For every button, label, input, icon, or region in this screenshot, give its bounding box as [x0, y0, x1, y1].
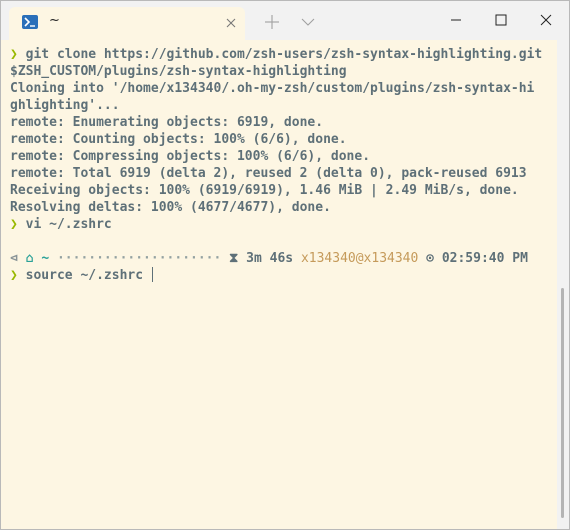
tab-home[interactable]: ~ [9, 7, 245, 40]
output-line: ghlighting'... [10, 98, 120, 113]
status-line: ⊲ ⌂ ~ ····················· ⧗ 3m 46s x13… [10, 250, 528, 267]
scrollbar-thumb[interactable] [561, 288, 564, 518]
close-icon[interactable] [523, 5, 569, 35]
command-text: vi ~/.zshrc [25, 217, 112, 232]
output-line: remote: Total 6919 (delta 2), reused 2 (… [10, 166, 527, 181]
tab-title: ~ [49, 13, 60, 28]
clock-icon: ⊙ [426, 251, 434, 266]
maximize-icon[interactable] [478, 5, 524, 35]
home-icon: ⌂ [25, 251, 34, 266]
prompt-symbol: ❯ [10, 268, 18, 283]
prompt-symbol: ❯ [10, 47, 18, 62]
close-tab-icon[interactable] [224, 15, 238, 29]
current-directory: ~ [41, 251, 50, 266]
output-line: Receiving objects: 100% (6919/6919), 1.4… [10, 183, 519, 198]
terminal-output[interactable]: ❯ git clone https://github.com/zsh-users… [1, 40, 556, 529]
command-duration: 3m 46s [246, 251, 294, 266]
chevron-down-icon[interactable] [299, 13, 317, 31]
title-bar: ~ [1, 1, 569, 40]
current-command-line[interactable]: ❯ source ~/.zshrc [10, 267, 153, 284]
output-line: $ZSH_CUSTOM/plugins/zsh-syntax-highlight… [10, 64, 347, 79]
separator-dots: ····················· [56, 251, 222, 266]
terminal-window: ~ ❯ git clone https://github.com/zsh-use… [0, 0, 570, 530]
current-command-text: source ~/.zshrc [25, 268, 144, 283]
minimize-icon[interactable] [433, 5, 479, 35]
plus-icon[interactable] [263, 13, 281, 31]
command-line: ❯ git clone https://github.com/zsh-users… [10, 46, 542, 63]
text-cursor [151, 267, 153, 282]
output-line: remote: Compressing objects: 100% (6/6),… [10, 149, 371, 164]
command-line: ❯ vi ~/.zshrc [10, 216, 112, 233]
output-line: remote: Enumerating objects: 6919, done. [10, 115, 324, 130]
output-line: remote: Counting objects: 100% (6/6), do… [10, 132, 347, 147]
user-host: x134340@x134340 [300, 251, 419, 266]
hourglass-icon: ⧗ [229, 251, 239, 266]
output-line: Cloning into '/home/x134340/.oh-my-zsh/c… [10, 81, 535, 96]
prompt-symbol: ❯ [10, 217, 18, 232]
clock-time: 02:59:40 PM [441, 251, 528, 266]
powershell-icon [22, 15, 38, 29]
left-arrow-icon: ⊲ [10, 251, 18, 266]
vertical-scrollbar[interactable] [557, 40, 569, 529]
command-text: git clone https://github.com/zsh-users/z… [25, 47, 543, 62]
output-line: Resolving deltas: 100% (4677/4677), done… [10, 200, 331, 215]
